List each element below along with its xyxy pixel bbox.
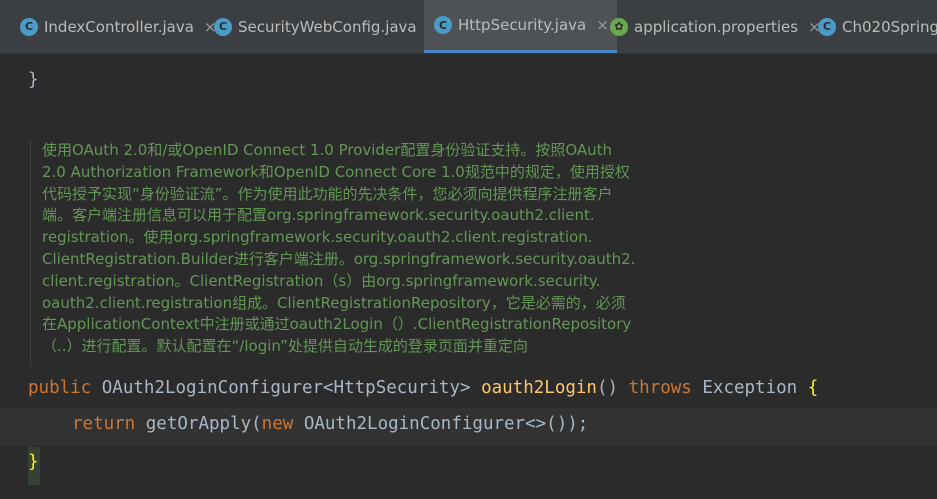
- parens: (): [596, 378, 619, 398]
- tab-label: Ch020SpringSe: [842, 17, 937, 36]
- close-icon[interactable]: ×: [596, 16, 609, 34]
- editor-tab-bar: C IndexController.java × C SecurityWebCo…: [0, 0, 937, 54]
- keyword-return: return: [72, 414, 136, 434]
- closing-brace: }: [28, 70, 39, 90]
- tab-http-security[interactable]: C HttpSecurity.java ×: [424, 0, 617, 53]
- doc-line: 2.0 Authorization Framework和OpenID Conne…: [42, 162, 630, 181]
- closing-brace-method: }: [28, 452, 39, 472]
- class-icon: C: [434, 16, 452, 34]
- keyword-new: new: [261, 414, 294, 434]
- tab-application-properties[interactable]: ✿ application.properties ×: [610, 0, 821, 53]
- open-brace: {: [807, 378, 819, 398]
- exception-type: Exception: [702, 378, 798, 398]
- return-type: OAuth2LoginConfigurer<HttpSecurity>: [101, 378, 471, 398]
- tab-label: SecurityWebConfig.java: [238, 17, 417, 36]
- tab-ch020-spring[interactable]: C Ch020SpringSe: [818, 0, 937, 53]
- constructor-call: OAuth2LoginConfigurer<>());: [303, 414, 589, 434]
- doc-line: 端。客户端注册信息可以用于配置org.springframework.secur…: [42, 206, 595, 225]
- javadoc-comment: 使用OAuth 2.0和/或OpenID Connect 1.0 Provide…: [30, 140, 682, 366]
- tab-index-controller[interactable]: C IndexController.java ×: [20, 0, 216, 53]
- doc-line: 在ApplicationContext中注册或通过oauth2Login（）.C…: [42, 315, 632, 334]
- keyword-throws: throws: [628, 378, 692, 398]
- tab-label: application.properties: [634, 17, 799, 36]
- doc-line: registration。使用org.springframework.secur…: [42, 228, 593, 247]
- tab-label: HttpSecurity.java: [458, 16, 587, 34]
- doc-line: （..）进行配置。默认配置在“/login”处提供自动生成的登录页面并重定向: [42, 337, 528, 356]
- doc-line: ClientRegistration.Builder进行客户端注册。org.sp…: [42, 249, 636, 268]
- code-editor[interactable]: } 使用OAuth 2.0和/或OpenID Connect 1.0 Provi…: [0, 54, 937, 499]
- doc-line: oauth2.client.registration组成。ClientRegis…: [42, 293, 626, 312]
- spring-icon: ✿: [610, 17, 628, 36]
- method-signature: public OAuth2LoginConfigurer<HttpSecurit…: [28, 378, 818, 398]
- doc-line: 使用OAuth 2.0和/或OpenID Connect 1.0 Provide…: [42, 141, 613, 159]
- class-icon: C: [818, 17, 836, 36]
- doc-line: client.registration。ClientRegistration（s…: [42, 271, 601, 290]
- class-icon: C: [20, 17, 38, 36]
- tab-label: IndexController.java: [44, 17, 194, 36]
- return-statement: return getOrApply(new OAuth2LoginConfigu…: [72, 414, 588, 434]
- method-name: oauth2Login: [481, 378, 597, 398]
- call-get-or-apply: getOrApply(: [145, 414, 262, 434]
- doc-line: 代码授予实现“身份验证流”。作为使用此功能的先决条件，您必须向提供程序注册客户: [42, 184, 613, 203]
- class-icon: C: [214, 17, 232, 36]
- tab-security-web-config[interactable]: C SecurityWebConfig.java ×: [214, 0, 439, 53]
- keyword-public: public: [28, 378, 92, 398]
